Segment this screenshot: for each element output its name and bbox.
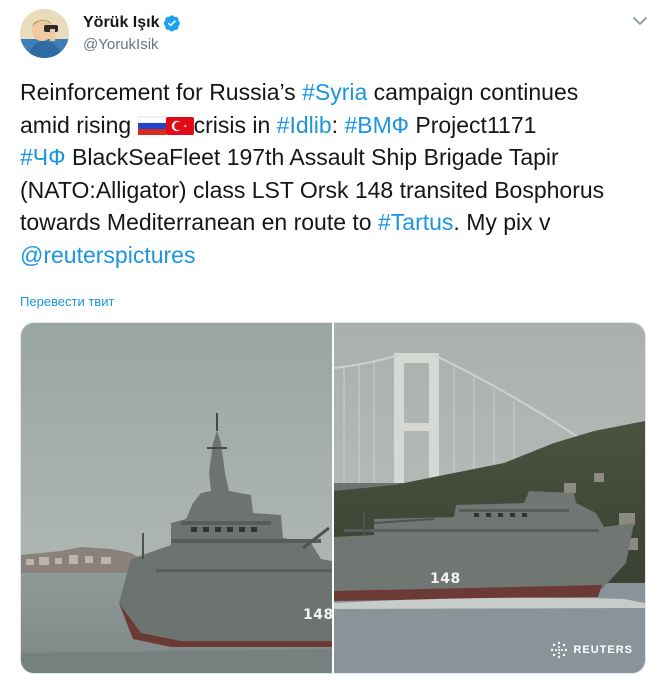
hashtag-link[interactable]: #ВМФ [344,112,409,138]
hull-number-label: 148 [430,571,461,587]
reuters-watermark: REUTERS [550,641,633,659]
hull-number-label: 148 [303,607,332,623]
author-row[interactable]: Yörük Işık [83,12,181,34]
tweet-line: amid rising crisis in #Idlib: #ВМФ Proje… [20,109,650,142]
verified-badge-icon [163,14,181,32]
tweet-text-segment: crisis in [193,111,277,138]
hashtag-link[interactable]: #Syria [302,79,367,105]
hashtag-link[interactable]: #Tartus [378,209,453,235]
media-grid: 148 148 REUTERS [20,322,646,674]
tweet-text-segment: Reinforcement for Russia’s [20,79,303,105]
reuters-logo-icon [551,641,568,659]
reuters-label: REUTERS [573,644,633,656]
ship-photo-2-illustration [334,323,645,673]
photo-1[interactable]: 148 [21,323,332,673]
tweet-line: (NATO:Alligator) class LST Orsk 148 tran… [20,174,650,207]
hashtag-link[interactable]: #Idlib [277,112,332,138]
chevron-down-icon[interactable] [633,16,647,26]
translate-link[interactable]: Перевести твит [20,294,114,309]
handle[interactable]: @YorukIsik [83,36,159,53]
tweet-line: towards Mediterranean en route to #Tartu… [20,206,650,239]
avatar-illustration [20,9,69,58]
tweet-text-segment: (NATO:Alligator) class LST Orsk 148 tran… [20,176,605,203]
display-name[interactable]: Yörük Işık [83,14,159,32]
tweet-text-segment: campaign continues [367,79,579,105]
tweet-text-segment: towards Mediterranean en route to [20,209,378,235]
mention-link[interactable]: @reuterspictures [20,242,195,268]
tweet-line: #ЧФ BlackSeaFleet 197th Assault Ship Bri… [20,141,650,174]
avatar[interactable] [20,9,69,58]
tweet-line: @reuterspictures [20,239,650,272]
tweet-line: Reinforcement for Russia’s #Syria campai… [20,76,650,109]
photo-2[interactable]: 148 REUTERS [334,323,645,673]
russia-flag-icon [137,112,166,138]
tweet-text-segment: Project1171 [408,111,537,138]
turkey-flag-icon [165,112,194,138]
tweet-text-segment: BlackSeaFleet 197th Assault Ship Brigade… [65,144,559,170]
tweet-text: Reinforcement for Russia’s #Syria campai… [20,76,650,271]
tweet-text-segment: : [331,111,345,138]
ship-photo-1-illustration [21,323,332,673]
tweet-text-segment: . My pix v [453,209,551,235]
hashtag-link[interactable]: #ЧФ [20,144,66,170]
tweet-text-segment: amid rising [20,111,138,138]
